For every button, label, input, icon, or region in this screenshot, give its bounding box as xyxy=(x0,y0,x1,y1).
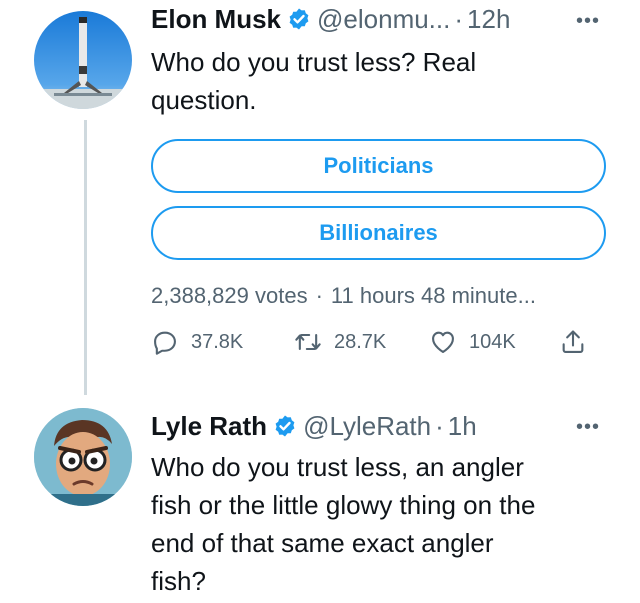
share-button[interactable] xyxy=(559,328,587,356)
poll-option-billionaires[interactable]: Billionaires xyxy=(151,206,606,260)
reply-count: 37.8K xyxy=(191,330,244,353)
like-button[interactable]: 104K xyxy=(429,328,559,356)
separator-dot: · xyxy=(454,4,464,34)
tweet-text-line: question. xyxy=(151,85,257,115)
tweet1-header: Elon Musk @elonmu... · 12h xyxy=(151,3,510,35)
tweet-actions-bar: 37.8K 28.7K 104K xyxy=(151,328,587,356)
tweet-text-line: fish? xyxy=(151,566,206,596)
like-icon xyxy=(432,331,454,353)
tweet2-text: Who do you trust less, an angler fish or… xyxy=(151,448,535,600)
like-count: 104K xyxy=(469,330,516,353)
tweet2-header: Lyle Rath @LyleRath · 1h xyxy=(151,410,477,442)
avatar-lyle-rath[interactable] xyxy=(34,408,132,506)
reply-button[interactable]: 37.8K xyxy=(151,328,294,356)
author-name[interactable]: Elon Musk xyxy=(151,3,281,35)
verified-badge-icon xyxy=(289,8,309,30)
retweet-count: 28.7K xyxy=(334,330,387,353)
tweet1-text: Who do you trust less? Real question. xyxy=(151,43,476,119)
separator-dot: · xyxy=(435,411,444,441)
poll-time-remaining: 11 hours 48 minute... xyxy=(330,283,536,308)
retweet-button[interactable]: 28.7K xyxy=(294,328,429,356)
more-icon[interactable]: ••• xyxy=(576,416,600,439)
more-icon[interactable]: ••• xyxy=(576,10,600,33)
author-handle[interactable]: @elonmu... xyxy=(317,3,450,35)
thread-connector-line xyxy=(84,120,87,395)
avatar-elon-musk[interactable] xyxy=(34,11,132,109)
retweet-icon xyxy=(295,333,321,351)
tweet-timestamp[interactable]: 12h xyxy=(467,3,510,35)
tweet-text-line: fish or the little glowy thing on the xyxy=(151,490,536,520)
tweet-timestamp[interactable]: 1h xyxy=(448,410,477,442)
author-handle[interactable]: @LyleRath xyxy=(303,410,431,442)
tweet-text-line: end of that same exact angler xyxy=(151,528,494,558)
reply-icon xyxy=(154,331,176,355)
author-name[interactable]: Lyle Rath xyxy=(151,410,267,442)
poll-vote-count: 2,388,829 votes xyxy=(151,283,308,308)
separator-dot: · xyxy=(315,283,323,308)
poll-meta: 2,388,829 votes · 11 hours 48 minute... xyxy=(151,283,536,309)
tweet-text-line: Who do you trust less? Real xyxy=(151,47,477,77)
share-icon xyxy=(562,330,584,353)
poll-option-politicians[interactable]: Politicians xyxy=(151,139,606,193)
verified-badge-icon xyxy=(275,415,295,437)
tweet-text-line: Who do you trust less, an angler xyxy=(151,452,524,482)
